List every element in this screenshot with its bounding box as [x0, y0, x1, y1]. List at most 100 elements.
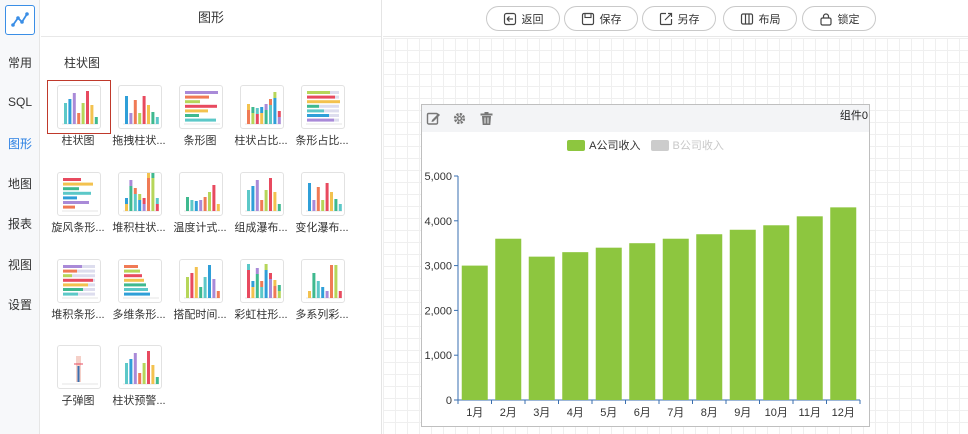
thumbnail-frame [230, 80, 294, 134]
bar-chart-icon [57, 85, 101, 129]
chart-type-tile-change-waterfall[interactable]: 变化瀑布... [291, 167, 353, 235]
tile-label: 组成瀑布... [234, 222, 288, 234]
nav-item-maps[interactable]: 地图 [0, 175, 40, 192]
change-waterfall-icon [301, 172, 345, 216]
tile-label: 柱状预警... [112, 395, 166, 407]
y-tick-label: 3,000 [424, 261, 452, 273]
thumbnail-frame [230, 167, 294, 221]
tile-label: 彩虹柱形... [234, 309, 288, 321]
chart-type-tile-stacked-horizontal-bar[interactable]: 堆积条形... [47, 254, 109, 322]
stacked-percent-bar-icon [240, 85, 284, 129]
stacked-bar-icon [118, 172, 162, 216]
nav-item-common[interactable]: 常用 [0, 54, 40, 71]
chart-type-tile-bullet-chart[interactable]: 子弹图 [47, 340, 109, 408]
nav-item-charts[interactable]: 图形 [0, 135, 40, 152]
back-label: 返回 [521, 13, 544, 26]
bar [763, 225, 790, 400]
bullet-chart-icon [57, 345, 101, 389]
nav-item-sql[interactable]: SQL [0, 95, 40, 109]
tile-label: 旋风条形... [51, 222, 105, 234]
chart-type-tile-tornado-bar[interactable]: 旋风条形... [47, 167, 109, 235]
y-tick-label: 1,000 [424, 350, 452, 362]
chart-type-tile-drag-bar-chart[interactable]: 拖拽柱状... [108, 80, 170, 148]
lock-label: 锁定 [837, 13, 860, 26]
tile-label: 条形图 [183, 135, 217, 147]
nav-item-settings[interactable]: 设置 [0, 296, 40, 313]
x-tick-label: 8月 [701, 407, 718, 419]
chart-type-tile-stacked-bar[interactable]: 堆积柱状... [108, 167, 170, 235]
nav-item-views[interactable]: 视图 [0, 256, 40, 273]
save-button[interactable]: 保存 [564, 6, 638, 31]
thumbnail-frame [291, 254, 355, 308]
layout-label: 布局 [758, 13, 781, 26]
tile-label: 拖拽柱状... [112, 135, 166, 147]
x-tick-label: 5月 [600, 407, 617, 419]
thumbnail-frame [291, 80, 355, 134]
bar [696, 234, 723, 400]
bar [729, 229, 756, 400]
bar [796, 216, 823, 400]
lock-icon [819, 12, 833, 26]
chart-type-tile-bar-chart[interactable]: 柱状图 [47, 80, 111, 148]
chart-type-tile-horizontal-bar-chart[interactable]: 条形图 [169, 80, 231, 148]
x-tick-label: 1月 [466, 407, 483, 419]
bar [562, 252, 589, 400]
save-as-label: 另存 [677, 13, 700, 26]
x-tick-label: 7月 [667, 407, 684, 419]
chart-type-tile-multi-series-color-bar[interactable]: 多系列彩... [291, 254, 353, 322]
bar [495, 238, 522, 400]
x-tick-label: 2月 [500, 407, 517, 419]
tornado-bar-icon [57, 172, 101, 216]
thumbnail-frame [169, 167, 233, 221]
x-tick-label: 11月 [799, 407, 821, 419]
bar [595, 247, 622, 400]
thumbnail-frame [47, 80, 111, 134]
thumbnail-frame [169, 254, 233, 308]
tile-label: 变化瀑布... [295, 222, 349, 234]
bar [629, 243, 656, 400]
chart-type-tile-composition-waterfall[interactable]: 组成瀑布... [230, 167, 292, 235]
tile-label: 多系列彩... [295, 309, 349, 321]
chart-type-tile-stacked-percent-bar[interactable]: 柱状占比... [230, 80, 292, 148]
thumbnail-frame [108, 254, 172, 308]
layout-icon [740, 12, 754, 26]
x-tick-label: 3月 [533, 407, 550, 419]
y-tick-label: 5,000 [424, 171, 452, 183]
x-tick-label: 4月 [567, 407, 584, 419]
thumbnail-frame [230, 254, 294, 308]
bar [461, 265, 488, 400]
tile-label: 搭配时间... [173, 309, 227, 321]
save-label: 保存 [599, 13, 622, 26]
chart-widget[interactable]: 组件0 A公司收入 B公司收入 0 1,000 2,000 3,000 4,000 5,0… [421, 104, 870, 427]
horizontal-bar-chart-icon [179, 85, 223, 129]
x-tick-label: 9月 [734, 407, 751, 419]
app-logo-icon[interactable] [5, 5, 35, 35]
top-toolbar: 返回 保存 另存 布局 锁定 [383, 0, 968, 37]
lock-button[interactable]: 锁定 [802, 6, 876, 31]
multi-dim-bar-icon [118, 259, 162, 303]
save-as-button[interactable]: 另存 [642, 6, 716, 31]
chart-type-tile-thermometer-bar[interactable]: 温度计式... [169, 167, 231, 235]
nav-item-reports[interactable]: 报表 [0, 215, 40, 232]
bar-chart: 0 1,000 2,000 3,000 4,000 5,000 1月 2月 3月 4月 5月 6月 7月… [424, 171, 861, 419]
bar [830, 207, 857, 400]
chart-type-tile-rainbow-bar[interactable]: 彩虹柱形... [230, 254, 292, 322]
chart-type-tile-timeline-bar[interactable]: 搭配时间... [169, 254, 231, 322]
chart-type-tile-horizontal-percent-bar[interactable]: 条形占比... [291, 80, 353, 148]
chart-component-panel: 图形 柱状图 柱状图 拖拽柱状... 条形图 柱状占比... 条形占比... 旋风条形..… [41, 0, 382, 434]
x-tick-label: 12月 [832, 407, 855, 419]
horizontal-percent-bar-icon [301, 85, 345, 129]
chart-type-tile-warning-bar[interactable]: 柱状预警... [108, 340, 170, 408]
tile-label: 子弹图 [61, 395, 95, 407]
bar [662, 238, 689, 400]
layout-button[interactable]: 布局 [723, 6, 797, 31]
y-tick-label: 2,000 [424, 305, 452, 317]
thumbnail-frame [169, 80, 233, 134]
tile-label: 柱状图 [61, 135, 95, 147]
left-nav-rail: 常用 SQL 图形 地图 报表 视图 设置 [0, 0, 40, 434]
save-as-icon [659, 12, 673, 26]
chart-type-tile-multi-dim-bar[interactable]: 多维条形... [108, 254, 170, 322]
back-button[interactable]: 返回 [486, 6, 560, 31]
y-tick-label: 4,000 [424, 216, 452, 228]
timeline-bar-icon [179, 259, 223, 303]
